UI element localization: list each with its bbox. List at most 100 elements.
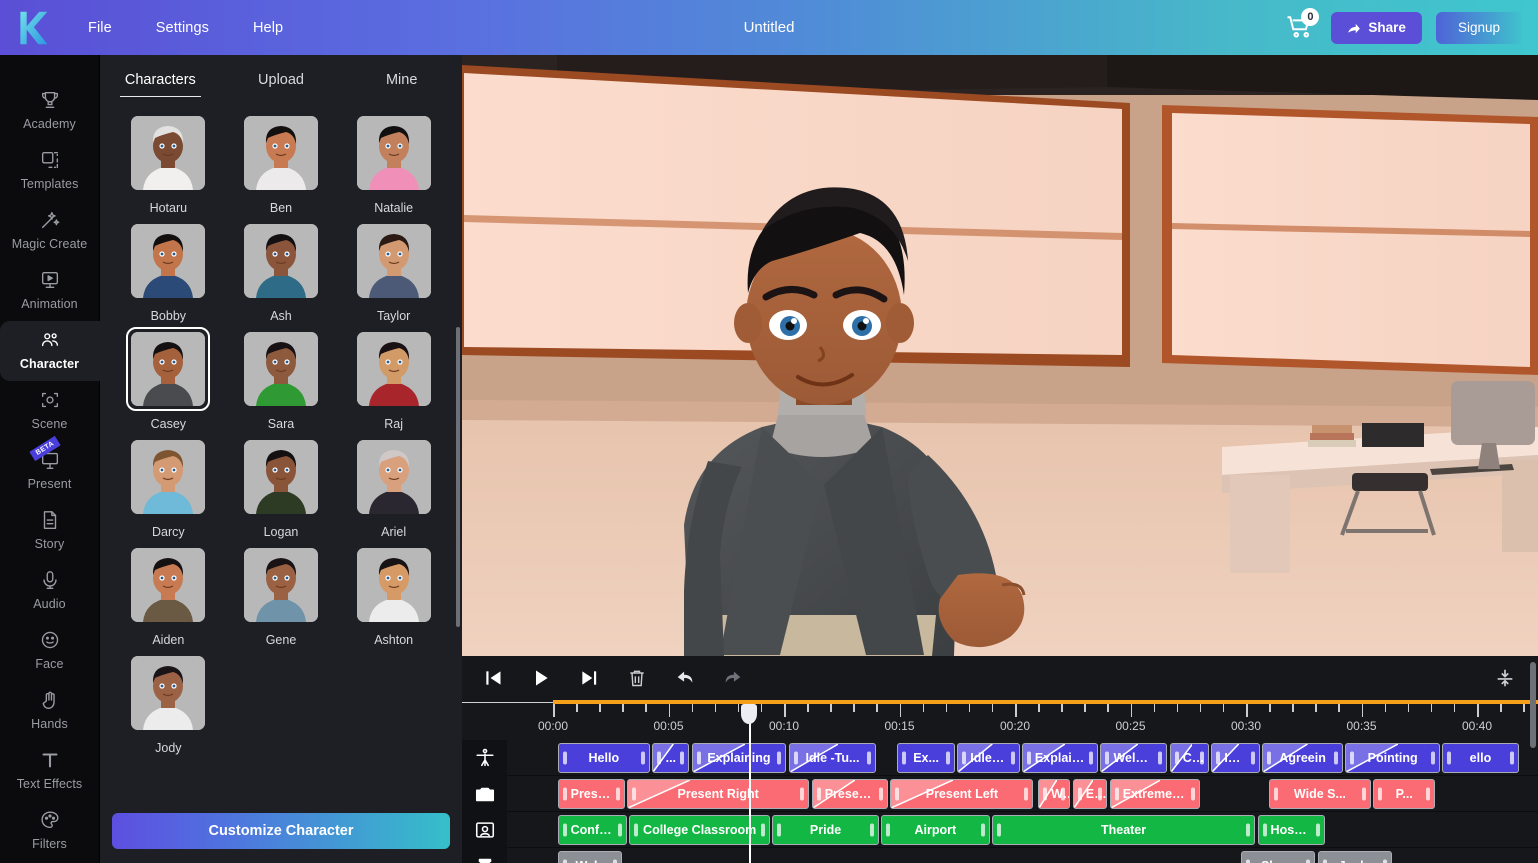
clip-trim-handle-left[interactable] [1105, 751, 1110, 764]
timeline-clip[interactable]: Present Right [626, 778, 810, 809]
character-card[interactable]: Taylor [337, 219, 450, 323]
timeline-clip[interactable]: Idle -Tu... [788, 742, 877, 773]
timeline-clip[interactable]: Extr [1072, 778, 1108, 809]
timeline-clip[interactable]: Hospi... [1257, 814, 1325, 845]
character-card[interactable]: Logan [225, 435, 338, 539]
sidebar-item-scene[interactable]: Scene [0, 381, 100, 441]
tab-upload[interactable]: Upload [221, 72, 342, 97]
character-card[interactable]: Ben [225, 111, 338, 215]
sidebar-item-magic-create[interactable]: Magic Create [0, 201, 100, 261]
sidebar-item-templates[interactable]: Templates [0, 141, 100, 201]
menu-item-file[interactable]: File [66, 14, 134, 42]
clip-trim-handle-right[interactable] [1431, 751, 1436, 764]
timeline-clip[interactable]: ... [652, 742, 690, 773]
clip-trim-handle-left[interactable] [634, 823, 639, 836]
pose-icon[interactable] [462, 740, 507, 776]
undo-button[interactable] [672, 665, 698, 691]
camera-icon[interactable] [462, 775, 507, 812]
clip-trim-handle-left[interactable] [1262, 823, 1267, 836]
clip-trim-handle-left[interactable] [777, 823, 782, 836]
redo-button[interactable] [720, 665, 746, 691]
sidebar-item-filters[interactable]: Filters [0, 801, 100, 861]
track-lane[interactable]: Presen Present Right Present L Present Left… [507, 776, 1538, 812]
timeline-clip[interactable]: Pointing [1345, 742, 1441, 773]
sidebar-item-animation[interactable]: Animation [0, 261, 100, 321]
sidebar-item-present[interactable]: Present BETA [0, 435, 100, 501]
timeline-clip[interactable]: Welc [557, 850, 623, 863]
tab-mine[interactable]: Mine [341, 72, 462, 97]
clip-trim-handle-right[interactable] [1509, 751, 1514, 764]
menu-item-settings[interactable]: Settings [134, 14, 231, 42]
track-lane[interactable]: Welc Share Joelv [507, 848, 1538, 863]
clip-trim-handle-right[interactable] [800, 787, 805, 800]
share-button[interactable]: Share [1331, 11, 1422, 44]
clip-trim-handle-right[interactable] [617, 823, 622, 836]
skip-to-start-button[interactable] [480, 665, 506, 691]
sidebar-item-character[interactable]: Character [0, 321, 100, 381]
clip-trim-handle-left[interactable] [1174, 751, 1179, 764]
timeline-clip[interactable]: Wid [1038, 778, 1071, 809]
clip-trim-handle-right[interactable] [1382, 859, 1387, 863]
customize-character-button[interactable]: Customize Character [112, 813, 450, 849]
fit-to-screen-button[interactable] [1494, 667, 1516, 694]
clip-trim-handle-right[interactable] [867, 751, 872, 764]
playhead-handle[interactable] [741, 704, 758, 724]
signup-button[interactable]: Signup [1435, 11, 1522, 44]
tab-characters[interactable]: Characters [100, 72, 221, 97]
character-card[interactable]: Raj [337, 327, 450, 431]
timeline-clip[interactable]: ello [1442, 742, 1519, 773]
character-card[interactable]: Natalie [337, 111, 450, 215]
clip-trim-handle-left[interactable] [1447, 751, 1452, 764]
character-card[interactable]: Hotaru [112, 111, 225, 215]
clip-trim-handle-right[interactable] [613, 859, 618, 863]
clip-trim-handle-right[interactable] [1315, 823, 1320, 836]
timeline-clip[interactable]: College Classroom [629, 814, 771, 845]
timeline-clip[interactable]: Explaining [691, 742, 787, 773]
scene-track-icon[interactable] [462, 811, 507, 848]
clip-trim-handle-left[interactable] [1274, 787, 1279, 800]
clip-trim-handle-left[interactable] [1350, 751, 1355, 764]
timeline-clip[interactable]: P... [1373, 778, 1436, 809]
timeline-clip[interactable]: Present Left [890, 778, 1034, 809]
clip-trim-handle-right[interactable] [980, 823, 985, 836]
clip-trim-handle-right[interactable] [1246, 823, 1251, 836]
clip-trim-handle-right[interactable] [1250, 751, 1255, 764]
timeline-clip[interactable]: Agreein [1262, 742, 1343, 773]
sidebar-item-hands[interactable]: Hands [0, 681, 100, 741]
delete-button[interactable] [624, 665, 650, 691]
app-logo[interactable] [0, 10, 66, 46]
character-card[interactable]: Ashton [337, 543, 450, 647]
clip-trim-handle-left[interactable] [1216, 751, 1221, 764]
timeline-clip[interactable]: Airport [881, 814, 990, 845]
character-card[interactable]: Jody [112, 651, 225, 755]
clip-trim-handle-left[interactable] [902, 751, 907, 764]
clip-trim-handle-right[interactable] [1010, 751, 1015, 764]
track-lane[interactable]: Confe... College Classroom Pride Airport The… [507, 812, 1538, 848]
timeline-clip[interactable]: Pride [772, 814, 879, 845]
clip-trim-handle-right[interactable] [1158, 751, 1163, 764]
timeline-clip[interactable]: Confe... [557, 814, 627, 845]
sidebar-item-face[interactable]: Face [0, 621, 100, 681]
play-button[interactable] [528, 665, 554, 691]
clip-trim-handle-right[interactable] [878, 787, 883, 800]
timeline-clip[interactable]: Idle - [1211, 742, 1260, 773]
clip-trim-handle-left[interactable] [1077, 787, 1082, 800]
clip-trim-handle-left[interactable] [962, 751, 967, 764]
character-card[interactable]: Casey [112, 327, 225, 431]
clip-trim-handle-right[interactable] [777, 751, 782, 764]
clip-trim-handle-left[interactable] [996, 823, 1001, 836]
timeline-clip[interactable]: Ex... [897, 742, 955, 773]
audio-track-icon[interactable] [462, 847, 507, 863]
skip-to-end-button[interactable] [576, 665, 602, 691]
clip-trim-handle-left[interactable] [1267, 751, 1272, 764]
clip-trim-handle-left[interactable] [886, 823, 891, 836]
timeline-vertical-scrollbar[interactable] [1530, 662, 1536, 748]
character-card[interactable]: Sara [225, 327, 338, 431]
clip-trim-handle-right[interactable] [1306, 859, 1311, 863]
clip-trim-handle-right[interactable] [1334, 751, 1338, 764]
clip-trim-handle-left[interactable] [816, 787, 821, 800]
clip-trim-handle-right[interactable] [615, 787, 620, 800]
clip-trim-handle-left[interactable] [1246, 859, 1251, 863]
timeline-clip[interactable]: Wide S... [1269, 778, 1371, 809]
clip-trim-handle-left[interactable] [657, 751, 662, 764]
